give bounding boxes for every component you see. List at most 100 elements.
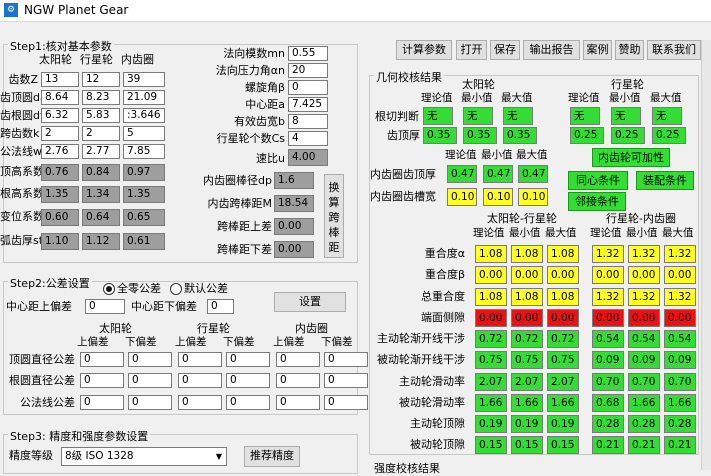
step1-cell[interactable]: 2 bbox=[82, 126, 120, 141]
mesh-cell: 0.00 bbox=[475, 266, 507, 284]
radio-zero-label[interactable]: 全零公差 bbox=[117, 282, 161, 296]
step2-cell[interactable]: 0 bbox=[324, 373, 368, 388]
step2-cell[interactable]: 0 bbox=[226, 395, 270, 410]
grade-select[interactable]: 8级 ISO 1328 ▼ bbox=[61, 447, 227, 466]
step1-row-label: 弧齿厚st bbox=[0, 234, 44, 247]
step1-param-input[interactable]: 0 bbox=[288, 80, 328, 95]
step2-cell[interactable]: 0 bbox=[324, 395, 368, 410]
step2-sub-header: 上偏差 bbox=[77, 336, 109, 348]
step2-cell[interactable]: 0 bbox=[128, 373, 172, 388]
assembly-condition-button[interactable]: 装配条件 bbox=[636, 171, 694, 190]
ring-tip: 0.47 bbox=[518, 165, 548, 183]
step1-cell[interactable]: 12 bbox=[82, 72, 120, 87]
step1-param-input[interactable]: 4 bbox=[288, 131, 328, 146]
step1-cell[interactable]: 2.77 bbox=[82, 144, 120, 159]
step2-cell[interactable]: 0 bbox=[178, 373, 222, 388]
toolbar-button[interactable]: 赞助 bbox=[615, 40, 644, 60]
step1-cell[interactable]: 2 bbox=[41, 126, 79, 141]
center-upper-input[interactable]: 0 bbox=[85, 299, 125, 314]
step1-param-input[interactable]: 7.425 bbox=[288, 97, 328, 112]
step2-row-label: 顶圆直径公差 bbox=[9, 353, 75, 366]
pin-param-value: 1.6 bbox=[274, 172, 314, 189]
pin-param-label: 跨棒距上差 bbox=[217, 220, 272, 233]
toolbar-button[interactable]: 联系我们 bbox=[647, 40, 701, 60]
toolbar-button[interactable]: 案例 bbox=[583, 40, 612, 60]
step1-cell[interactable]: 6.32 bbox=[41, 108, 79, 123]
step1-param-input[interactable]: 20 bbox=[288, 63, 328, 78]
mesh-cell: 0.28 bbox=[628, 415, 660, 433]
step1-param-input[interactable]: 8 bbox=[288, 114, 328, 129]
toolbar-button[interactable]: 保存 bbox=[490, 40, 520, 60]
tip-planet: 0.25 bbox=[570, 127, 604, 144]
step2-cell[interactable]: 0 bbox=[226, 373, 270, 388]
step1-cell[interactable]: 5 bbox=[123, 126, 165, 141]
step1-cell[interactable]: 21.09 bbox=[123, 90, 165, 105]
step2-cell[interactable]: 0 bbox=[80, 352, 124, 367]
app-icon: ⚙ bbox=[4, 3, 18, 17]
radio-default-label[interactable]: 默认公差 bbox=[184, 282, 228, 296]
step2-cell[interactable]: 0 bbox=[178, 352, 222, 367]
step1-cell[interactable]: 13 bbox=[41, 72, 79, 87]
center-lower-label: 中心距下偏差 bbox=[131, 300, 197, 313]
center-upper-label: 中心距上偏差 bbox=[6, 300, 72, 313]
mesh-sub-header: 最大值 bbox=[545, 227, 577, 239]
step2-cell[interactable]: 0 bbox=[276, 352, 320, 367]
center-lower-input[interactable]: 0 bbox=[207, 299, 234, 314]
step1-cell[interactable]: 39 bbox=[123, 72, 165, 87]
toolbar-button[interactable]: 打开 bbox=[456, 40, 487, 60]
step1-param-label: 有效齿宽b bbox=[234, 115, 285, 128]
step2-cell[interactable]: 0 bbox=[276, 373, 320, 388]
step1-param-input[interactable]: 0.55 bbox=[288, 46, 328, 61]
step1-title: Step1:核对基本参数 bbox=[8, 38, 114, 54]
step2-group-header: 太阳轮 bbox=[99, 322, 132, 335]
pin-param-value: 0.00 bbox=[274, 218, 314, 235]
step1-cell[interactable]: :3.646 bbox=[123, 108, 165, 123]
tip-sun: 0.35 bbox=[423, 127, 457, 144]
concentric-condition-button[interactable]: 同心条件 bbox=[568, 171, 628, 190]
recommend-precision-button[interactable]: 推荐精度 bbox=[244, 446, 300, 467]
mesh-row-label: 被动轮顶隙 bbox=[410, 438, 465, 451]
ring-sub-header: 最大值 bbox=[516, 149, 548, 161]
step2-cell[interactable]: 0 bbox=[276, 395, 320, 410]
adjacent-condition-button[interactable]: 邻接条件 bbox=[568, 192, 626, 211]
step1-cell: 0.65 bbox=[123, 209, 165, 226]
step2-cell[interactable]: 0 bbox=[80, 373, 124, 388]
ring-sub-header: 理论值 bbox=[445, 149, 477, 161]
step1-cell[interactable]: 8.23 bbox=[82, 90, 120, 105]
pin-param-label: 跨棒距下差 bbox=[217, 243, 272, 256]
convert-pin-button[interactable]: 换算跨棒距 bbox=[324, 174, 344, 258]
step2-cell[interactable]: 0 bbox=[226, 352, 270, 367]
step1-cell[interactable]: 2.76 bbox=[41, 144, 79, 159]
radio-default-tolerance[interactable] bbox=[170, 283, 182, 295]
toolbar-button[interactable]: 计算参数 bbox=[396, 40, 452, 60]
step1-param-label: 行星轮个数Cs bbox=[216, 132, 285, 145]
mesh-cell: 1.08 bbox=[475, 288, 507, 306]
step2-sub-header: 下偏差 bbox=[125, 336, 157, 348]
undercut-sun: 无 bbox=[423, 107, 453, 125]
step2-cell[interactable]: 0 bbox=[324, 352, 368, 367]
step1-cell[interactable]: 5.83 bbox=[82, 108, 120, 123]
ring-feasible-button[interactable]: 内齿轮可加性 bbox=[592, 148, 670, 167]
geo-title: 几何校核结果 bbox=[374, 69, 444, 85]
set-button[interactable]: 设置 bbox=[274, 292, 346, 312]
step2-cell[interactable]: 0 bbox=[80, 395, 124, 410]
mesh-cell: 1.08 bbox=[475, 245, 507, 263]
step2-cell[interactable]: 0 bbox=[128, 352, 172, 367]
ring-tip: 0.47 bbox=[483, 165, 513, 183]
radio-zero-tolerance[interactable] bbox=[103, 283, 115, 295]
mesh-cell: 0.21 bbox=[592, 436, 624, 454]
toolbar-button[interactable]: 输出报告 bbox=[523, 40, 580, 60]
step1-cell[interactable]: 8.64 bbox=[41, 90, 79, 105]
ring-slot-label: 内齿圈齿槽宽 bbox=[370, 190, 436, 203]
step1-cell[interactable]: 7.85 bbox=[123, 144, 165, 159]
mesh-row-label: 主动轮顶隙 bbox=[410, 417, 465, 430]
step2-cell[interactable]: 0 bbox=[128, 395, 172, 410]
mesh-cell: 0.75 bbox=[511, 351, 543, 369]
geo-sub-header: 最大值 bbox=[650, 92, 682, 104]
step1-cell: 1.12 bbox=[82, 233, 120, 250]
step2-cell[interactable]: 0 bbox=[178, 395, 222, 410]
mesh-row-label: 重合度β bbox=[424, 268, 465, 281]
scrollbar[interactable] bbox=[701, 40, 711, 470]
geo-sub-header: 理论值 bbox=[421, 92, 453, 104]
mesh-row-label: 被动轮渐开线干涉 bbox=[377, 353, 465, 366]
